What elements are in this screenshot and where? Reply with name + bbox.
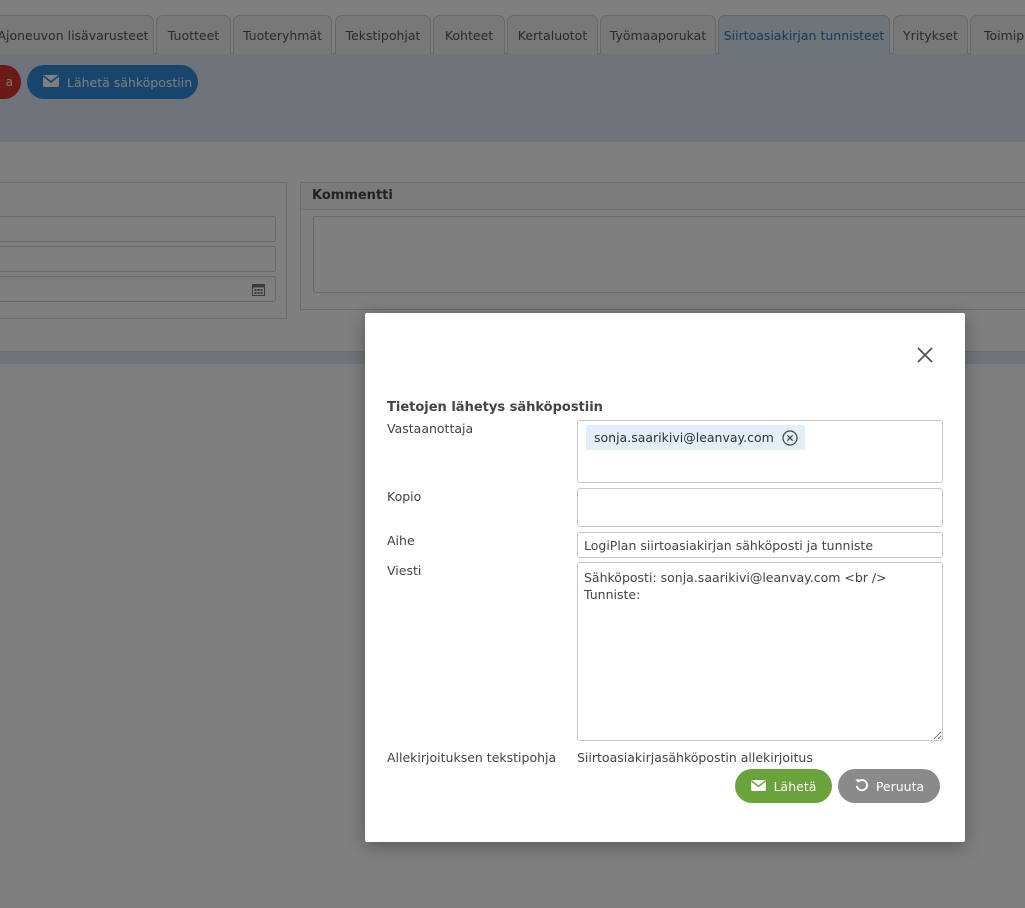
undo-icon — [854, 777, 869, 795]
recipient-field[interactable]: sonja.saarikivi@leanvay.com — [577, 420, 943, 483]
message-textarea[interactable]: Sähköposti: sonja.saarikivi@leanvay.com … — [577, 562, 943, 741]
recipient-chip: sonja.saarikivi@leanvay.com — [586, 425, 805, 450]
recipient-chip-label: sonja.saarikivi@leanvay.com — [594, 430, 774, 445]
send-button-label: Lähetä — [773, 778, 817, 794]
message-label: Viesti — [387, 563, 422, 578]
copy-field[interactable] — [577, 488, 943, 527]
envelope-icon — [750, 779, 766, 794]
send-button[interactable]: Lähetä — [735, 769, 832, 803]
cancel-button-label: Peruuta — [875, 778, 925, 794]
copy-label: Kopio — [387, 489, 422, 504]
dialog-title: Tietojen lähetys sähköpostiin — [387, 400, 603, 415]
email-dialog: Tietojen lähetys sähköpostiin Vastaanott… — [365, 313, 965, 842]
signature-value[interactable]: Siirtoasiakirjasähköpostin allekirjoitus — [577, 750, 813, 765]
close-icon[interactable] — [913, 343, 937, 367]
subject-label: Aihe — [387, 533, 415, 548]
subject-input[interactable] — [577, 532, 943, 558]
signature-label: Allekirjoituksen tekstipohja — [387, 750, 557, 765]
remove-recipient-icon[interactable] — [782, 429, 798, 446]
cancel-button[interactable]: Peruuta — [838, 769, 940, 803]
recipient-label: Vastaanottaja — [387, 421, 474, 436]
